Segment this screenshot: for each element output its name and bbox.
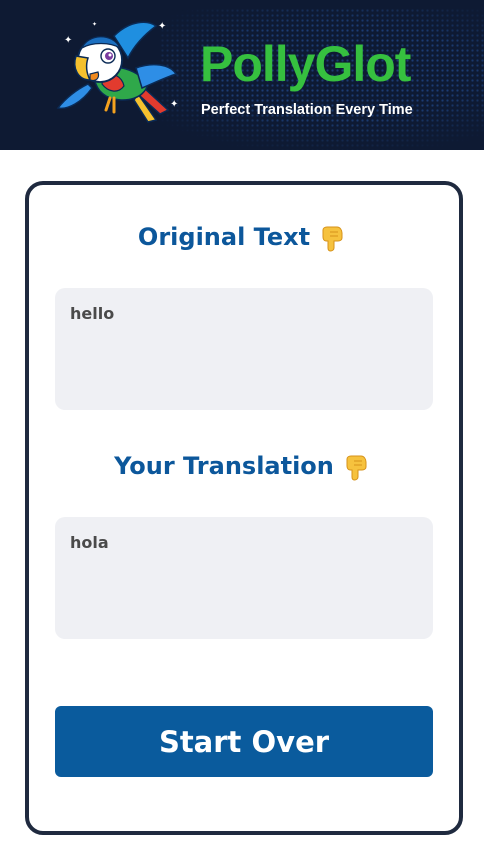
pointing-down-hand-icon	[346, 455, 367, 481]
parrot-icon	[56, 21, 178, 123]
tagline: Perfect Translation Every Time	[201, 102, 413, 118]
pointing-down-hand-icon	[322, 226, 343, 252]
app-header: ✦ ✦ ✦ ✦ PollyGlot Perfect Translation Ev…	[0, 0, 484, 150]
original-text-heading-label: Original Text	[137, 223, 311, 251]
original-text-input[interactable]: hello	[55, 288, 433, 410]
logo-title: PollyGlot	[200, 36, 411, 92]
original-text-heading: Original Text	[0, 222, 484, 252]
translation-output[interactable]: hola	[55, 517, 433, 639]
translation-heading: Your Translation	[0, 451, 484, 481]
translation-heading-label: Your Translation	[114, 452, 334, 480]
start-over-button[interactable]: Start Over	[55, 706, 433, 777]
